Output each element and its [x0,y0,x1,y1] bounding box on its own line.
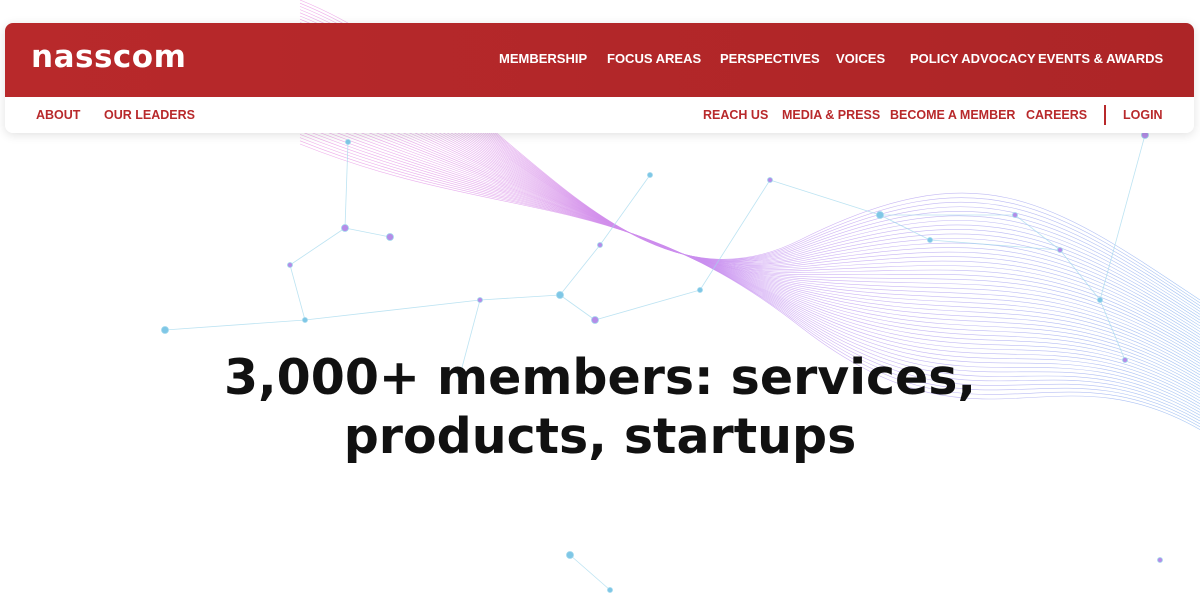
network-link [769,179,881,216]
nav-events-awards[interactable]: EVENTS & AWARDS [1038,51,1163,66]
network-node [477,297,483,303]
network-node [341,224,349,232]
network-node [767,177,773,183]
network-node [697,287,703,293]
network-link [344,227,391,238]
subnav-careers[interactable]: CAREERS [1026,108,1087,122]
nav-divider [1104,105,1106,125]
primary-nav-bar: nasscom MEMBERSHIP FOCUS AREAS PERSPECTI… [5,23,1194,97]
network-link [879,214,931,241]
nav-voices[interactable]: VOICES [836,51,885,66]
network-node [927,237,933,243]
network-node [607,587,613,593]
network-link [289,264,306,321]
network-link [289,227,346,266]
network-link [479,294,561,301]
network-node [1057,247,1063,253]
network-node [876,211,884,219]
secondary-nav-bar: ABOUT OUR LEADERS REACH US MEDIA & PRESS… [5,97,1194,133]
network-link [594,289,701,321]
subnav-reach-us[interactable]: REACH US [703,108,768,122]
hero-headline-line-1: 3,000+ members: services, [223,349,977,406]
wave-line [299,92,1200,384]
network-link [1059,249,1101,301]
network-node [345,139,351,145]
network-node [556,291,564,299]
network-link [559,244,601,296]
network-node [1012,212,1018,218]
nav-policy-advocacy[interactable]: POLICY ADVOCACY [910,51,1036,66]
nav-membership[interactable]: MEMBERSHIP [499,51,587,66]
network-node [597,242,603,248]
network-link [304,299,481,321]
network-node [647,172,653,178]
network-node [591,316,599,324]
network-node [287,262,293,268]
primary-nav: MEMBERSHIP FOCUS AREAS PERSPECTIVES VOIC… [5,23,1194,97]
network-node [566,551,574,559]
network-link [164,319,306,331]
subnav-media-press[interactable]: MEDIA & PRESS [782,108,880,122]
subnav-become-a-member[interactable]: BECOME A MEMBER [890,108,1015,122]
network-node [386,233,394,241]
network-node [1097,297,1103,303]
login-link[interactable]: LOGIN [1123,108,1163,122]
wave-line [299,98,1200,390]
network-node [161,326,169,334]
nav-perspectives[interactable]: PERSPECTIVES [720,51,820,66]
network-link [599,174,651,246]
network-node [1157,557,1163,563]
site-header: nasscom MEMBERSHIP FOCUS AREAS PERSPECTI… [5,23,1194,133]
network-link [559,294,596,321]
hero-headline-line-2: products, startups [343,408,857,465]
subnav-our-leaders[interactable]: OUR LEADERS [104,108,195,122]
hero-headline: 3,000+ members: services, products, star… [0,348,1200,466]
subnav-about[interactable]: ABOUT [36,108,80,122]
network-link [569,554,611,591]
nav-focus-areas[interactable]: FOCUS AREAS [607,51,701,66]
network-node [302,317,308,323]
